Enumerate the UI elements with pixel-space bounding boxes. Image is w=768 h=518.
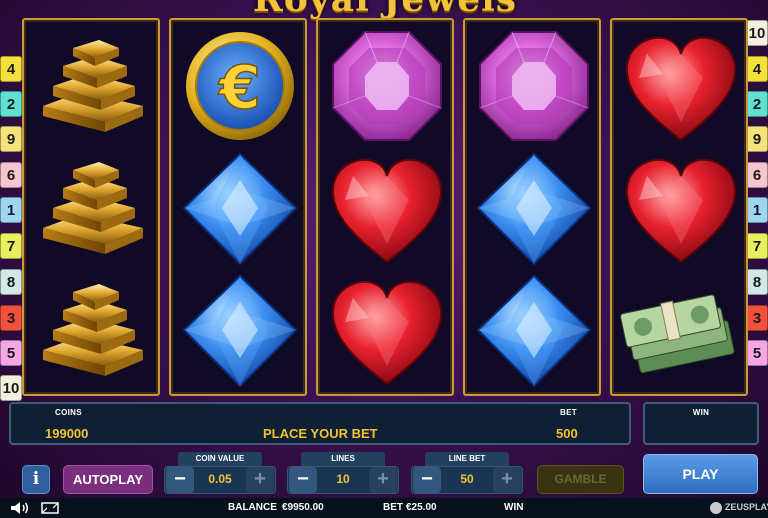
payline-badge[interactable]: 9 xyxy=(746,126,768,152)
win-panel: WIN xyxy=(643,402,759,445)
bet-label: BET xyxy=(560,408,577,417)
lines-stepper: LINES − 10 + xyxy=(287,452,399,494)
euro-coin-icon xyxy=(178,28,302,148)
info-button[interactable]: i xyxy=(22,465,50,494)
coin-value-plus-button[interactable]: + xyxy=(246,467,274,493)
purple-gem-icon xyxy=(325,28,449,148)
win-label: WIN xyxy=(692,408,710,417)
purple-gem-icon xyxy=(472,28,596,148)
brand-logo: ZEUSPLAY xyxy=(725,502,768,512)
payline-badge[interactable]: 6 xyxy=(0,162,22,188)
payline-badge[interactable]: 1 xyxy=(746,197,768,223)
play-button[interactable]: PLAY xyxy=(643,454,758,494)
coins-label: COINS xyxy=(55,408,82,417)
payline-badge[interactable]: 4 xyxy=(746,56,768,82)
line-bet-minus-button[interactable]: − xyxy=(413,467,441,493)
red-heart-icon xyxy=(325,272,449,392)
red-heart-icon xyxy=(619,150,743,270)
lines-value: 10 xyxy=(336,472,350,486)
payline-badge[interactable]: 8 xyxy=(746,269,768,295)
payline-badge[interactable]: 7 xyxy=(746,233,768,259)
win-status-label: WIN xyxy=(504,502,524,513)
red-heart-icon xyxy=(325,150,449,270)
payline-badge[interactable]: 5 xyxy=(0,340,22,366)
zeusplay-logo-icon xyxy=(710,502,722,514)
gold-bars-icon xyxy=(31,28,155,148)
info-panel: COINS 199000 PLACE YOUR BET BET 500 xyxy=(9,402,631,445)
line-bet-title: LINE BET xyxy=(425,452,509,466)
payline-badge[interactable]: 5 xyxy=(746,340,768,366)
status-bar: BALANCE €9950.00 BET €25.00 WIN ZEUSPLAY xyxy=(0,498,768,518)
blue-diamond-icon xyxy=(472,272,596,392)
gamble-button[interactable]: GAMBLE xyxy=(537,465,624,494)
autoplay-button[interactable]: AUTOPLAY xyxy=(63,465,153,494)
reel-4 xyxy=(463,18,601,396)
reel-5 xyxy=(610,18,748,396)
payline-badge[interactable]: 3 xyxy=(0,305,22,331)
reel-2 xyxy=(169,18,307,396)
coin-value-stepper: COIN VALUE − 0.05 + xyxy=(164,452,276,494)
blue-diamond-icon xyxy=(472,150,596,270)
gold-bars-icon xyxy=(31,150,155,270)
fullscreen-icon[interactable] xyxy=(40,501,60,515)
payline-badge[interactable]: 10 xyxy=(746,20,768,46)
line-bet-value: 50 xyxy=(460,472,474,486)
reel-3 xyxy=(316,18,454,396)
gold-bars-icon xyxy=(31,272,155,392)
balance-value: €9950.00 xyxy=(282,502,324,513)
payline-badge[interactable]: 4 xyxy=(0,56,22,82)
lines-plus-button[interactable]: + xyxy=(369,467,397,493)
coin-value-minus-button[interactable]: − xyxy=(166,467,194,493)
payline-badge[interactable]: 7 xyxy=(0,233,22,259)
balance-label: BALANCE xyxy=(228,502,277,513)
cash-bundle-icon xyxy=(619,272,743,392)
payline-badge[interactable]: 6 xyxy=(746,162,768,188)
bet-status-value: €25.00 xyxy=(406,502,437,513)
coin-value-title: COIN VALUE xyxy=(178,452,262,466)
reel-1 xyxy=(22,18,160,396)
blue-diamond-icon xyxy=(178,150,302,270)
payline-badge[interactable]: 8 xyxy=(0,269,22,295)
status-message: PLACE YOUR BET xyxy=(263,426,378,441)
payline-badge[interactable]: 9 xyxy=(0,126,22,152)
lines-minus-button[interactable]: − xyxy=(289,467,317,493)
line-bet-stepper: LINE BET − 50 + xyxy=(411,452,523,494)
payline-badge[interactable]: 2 xyxy=(0,91,22,117)
bet-status-label: BET xyxy=(383,502,403,513)
blue-diamond-icon xyxy=(178,272,302,392)
payline-badge[interactable]: 2 xyxy=(746,91,768,117)
payline-badge[interactable]: 10 xyxy=(0,375,22,401)
game-logo: Royal Jewels xyxy=(210,0,560,20)
speaker-icon[interactable] xyxy=(10,501,30,515)
payline-badge[interactable]: 1 xyxy=(0,197,22,223)
line-bet-plus-button[interactable]: + xyxy=(493,467,521,493)
bet-value: 500 xyxy=(556,426,578,441)
payline-badge[interactable]: 3 xyxy=(746,305,768,331)
coins-value: 199000 xyxy=(45,426,89,441)
red-heart-icon xyxy=(619,28,743,148)
coin-value-value: 0.05 xyxy=(208,472,232,486)
lines-title: LINES xyxy=(301,452,385,466)
